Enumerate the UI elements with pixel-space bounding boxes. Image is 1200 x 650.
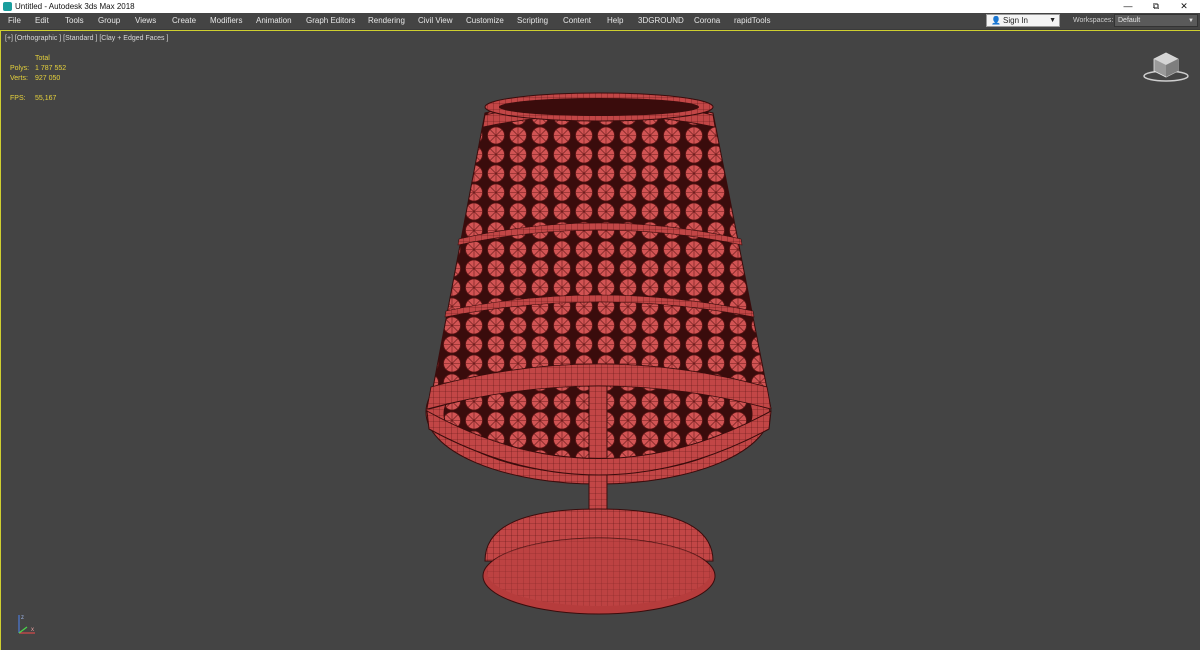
menu-animation[interactable]: Animation [256,15,292,27]
close-button[interactable]: ✕ [1170,0,1198,13]
menu-edit[interactable]: Edit [35,15,49,27]
workspaces-value: Default [1118,17,1141,24]
axis-tripod-icon: z x [18,615,35,634]
menu-help[interactable]: Help [607,15,623,27]
menu-group[interactable]: Group [98,15,120,27]
minimize-button[interactable]: — [1114,0,1142,13]
chevron-down-icon: ▼ [1049,17,1056,24]
menu-content[interactable]: Content [563,15,591,27]
menu-modifiers[interactable]: Modifiers [210,15,242,27]
menu-bar: File Edit Tools Group Views Create Modif… [0,13,1200,30]
menu-file[interactable]: File [8,15,21,27]
menu-views[interactable]: Views [135,15,156,27]
workspaces-select[interactable]: Default ▼ [1114,14,1198,27]
lamp-stem [588,365,608,512]
menu-tools[interactable]: Tools [65,15,84,27]
svg-text:z: z [21,615,24,621]
menu-rendering[interactable]: Rendering [368,15,405,27]
menu-create[interactable]: Create [172,15,196,27]
title-bar: Untitled - Autodesk 3ds Max 2018 — ⧉ ✕ [0,0,1200,13]
app-icon [3,2,12,11]
user-icon: 👤 [991,16,1001,25]
sign-in-label: Sign In [1003,16,1028,25]
maximize-button[interactable]: ⧉ [1142,0,1170,13]
svg-text:x: x [31,627,34,633]
menu-rapidtools[interactable]: rapidTools [734,15,770,27]
workspaces-label: Workspaces: [1073,17,1114,24]
lamp-model[interactable] [1,31,1199,649]
sign-in-dropdown[interactable]: 👤 Sign In ▼ [986,14,1060,27]
menu-scripting[interactable]: Scripting [517,15,548,27]
perspective-viewport[interactable]: [+] [Orthographic ] [Standard ] [Clay + … [0,30,1200,650]
viewcube-icon[interactable] [1141,49,1191,85]
menu-graph-editors[interactable]: Graph Editors [306,15,355,27]
menu-customize[interactable]: Customize [466,15,504,27]
menu-3dground[interactable]: 3DGROUND [638,15,684,27]
menu-corona[interactable]: Corona [694,15,720,27]
lamp-shade-body [428,98,772,410]
chevron-down-icon: ▼ [1188,18,1194,24]
window-title: Untitled - Autodesk 3ds Max 2018 [15,2,135,11]
menu-civil-view[interactable]: Civil View [418,15,453,27]
